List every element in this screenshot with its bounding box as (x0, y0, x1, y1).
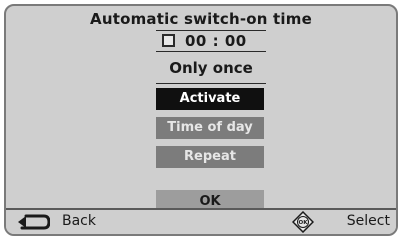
dialog-title: Automatic switch-on time (90, 10, 312, 28)
ok-key-icon: OK (292, 211, 314, 233)
repeat-button[interactable]: Repeat (156, 146, 264, 168)
enable-checkbox[interactable] (162, 34, 175, 47)
ok-key-text: OK (299, 220, 309, 226)
select-label: Select (346, 213, 390, 229)
timer-dialog-screen: Automatic switch-on time 00 : 00 Only on… (4, 4, 398, 236)
activate-button[interactable]: Activate (156, 88, 264, 110)
switch-on-time-row[interactable]: 00 : 00 (156, 30, 266, 52)
repeat-mode-value: Only once (156, 58, 266, 84)
back-arrow-icon (18, 214, 50, 230)
back-label: Back (62, 213, 96, 229)
footer-bar: Back OK Select (6, 208, 396, 234)
time-of-day-button[interactable]: Time of day (156, 117, 264, 139)
switch-on-time-value: 00 : 00 (185, 32, 247, 50)
